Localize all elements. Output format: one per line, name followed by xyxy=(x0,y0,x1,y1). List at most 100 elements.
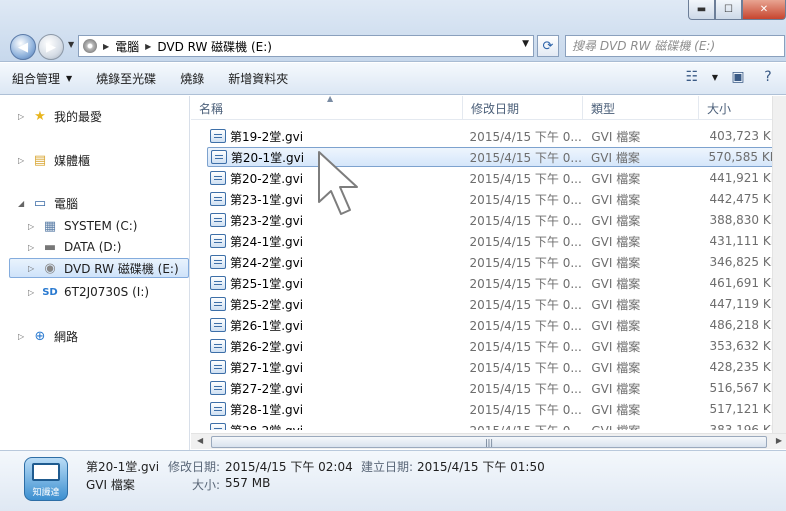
disc-icon xyxy=(83,39,97,53)
table-row[interactable]: 第25-1堂.gvi 2015/4/15 下午 0... GVI 檔案 461,691… xyxy=(207,273,779,293)
nav-drive-data[interactable]: ▷ ▬ DATA (D:) xyxy=(28,237,121,257)
search-box[interactable] xyxy=(565,35,785,57)
file-type: GVI 檔案 xyxy=(591,318,641,333)
file-name: 第26-2堂.gvi xyxy=(229,339,304,354)
back-button[interactable]: ◀ xyxy=(10,34,36,60)
breadcrumb-computer[interactable]: 電腦 xyxy=(115,38,139,55)
expand-icon[interactable]: ▷ xyxy=(28,243,36,252)
breadcrumb-dvd-drive[interactable]: DVD RW 磁碟機 (E:) xyxy=(157,38,272,55)
title-bar: ▬ ☐ ✕ ◀ ▶ ▼ ▶ 電腦 ▶ DVD RW 磁碟機 (E:) ▼ ⟳ xyxy=(0,0,786,62)
close-button[interactable]: ✕ xyxy=(742,0,786,20)
burn-to-disc-button[interactable]: 燒錄至光碟 xyxy=(84,67,168,91)
table-row[interactable]: 第20-1堂.gvi 2015/4/15 下午 0... GVI 檔案 570,585… xyxy=(207,147,779,167)
file-list: 第19-2堂.gvi 2015/4/15 下午 0... GVI 檔案 403,723… xyxy=(191,126,786,430)
sd-card-icon: SD xyxy=(42,286,58,298)
file-type: GVI 檔案 xyxy=(591,150,640,165)
search-input[interactable] xyxy=(572,39,772,53)
burn-button[interactable]: 燒錄 xyxy=(168,67,216,91)
gvi-file-icon xyxy=(210,381,226,395)
table-row[interactable]: 第26-2堂.gvi 2015/4/15 下午 0... GVI 檔案 353,632… xyxy=(207,336,779,356)
breadcrumb-separator-icon[interactable]: ▶ xyxy=(145,42,151,51)
minimize-button[interactable]: ▬ xyxy=(688,0,715,20)
help-icon[interactable]: ? xyxy=(758,67,778,87)
table-row[interactable]: 第27-2堂.gvi 2015/4/15 下午 0... GVI 檔案 516,567… xyxy=(207,378,779,398)
breadcrumb-separator-icon[interactable]: ▶ xyxy=(103,42,109,51)
table-row[interactable]: 第19-2堂.gvi 2015/4/15 下午 0... GVI 檔案 403,723… xyxy=(207,126,779,146)
star-icon: ★ xyxy=(34,108,46,124)
view-options-dropdown-icon[interactable]: ▼ xyxy=(712,73,718,82)
organize-button[interactable]: 組合管理 ▼ xyxy=(0,67,84,91)
gvi-file-icon xyxy=(211,150,227,164)
nav-drive-dvd[interactable]: ▷ ◉ DVD RW 磁碟機 (E:) xyxy=(9,258,189,278)
recent-pages-dropdown-icon[interactable]: ▼ xyxy=(68,40,74,49)
column-header-type[interactable]: 類型 xyxy=(583,96,699,120)
file-type: GVI 檔案 xyxy=(591,276,641,291)
file-name: 第20-2堂.gvi xyxy=(229,171,304,186)
column-header-date[interactable]: 修改日期 xyxy=(463,96,583,120)
file-date: 2015/4/15 下午 0... xyxy=(469,213,582,228)
column-header-name[interactable]: ▲ 名稱 xyxy=(191,94,463,120)
address-bar[interactable]: ▶ 電腦 ▶ DVD RW 磁碟機 (E:) ▼ xyxy=(78,35,534,57)
details-created-value: 2015/4/15 下午 01:50 xyxy=(417,460,545,474)
table-row[interactable]: 第24-1堂.gvi 2015/4/15 下午 0... GVI 檔案 431,111… xyxy=(207,231,779,251)
file-app-icon: 知識達 xyxy=(24,457,68,501)
details-size-value: 557 MB xyxy=(225,476,271,490)
details-modified-value: 2015/4/15 下午 02:04 xyxy=(225,460,353,474)
file-date: 2015/4/15 下午 0... xyxy=(469,318,582,333)
new-folder-button[interactable]: 新增資料夾 xyxy=(216,67,300,91)
file-size: 403,723 KB xyxy=(709,129,779,143)
collapse-icon[interactable]: ◢ xyxy=(18,199,26,208)
table-row[interactable]: 第25-2堂.gvi 2015/4/15 下午 0... GVI 檔案 447,119… xyxy=(207,294,779,314)
file-size: 486,218 KB xyxy=(709,318,779,332)
nav-favorites[interactable]: ▷ ★ 我的最愛 xyxy=(18,106,102,126)
table-row[interactable]: 第26-1堂.gvi 2015/4/15 下午 0... GVI 檔案 486,218… xyxy=(207,315,779,335)
dvd-drive-icon: ◉ xyxy=(44,260,56,276)
table-row[interactable]: 第20-2堂.gvi 2015/4/15 下午 0... GVI 檔案 441,921… xyxy=(207,168,779,188)
details-filename: 第20-1堂.gvi xyxy=(86,460,160,474)
nav-drive-sd[interactable]: ▷ SD 6T2J0730S (I:) xyxy=(28,282,149,302)
scroll-right-icon[interactable]: ▶ xyxy=(776,436,782,445)
horizontal-scroll-thumb[interactable]: ||| xyxy=(211,436,767,448)
file-name: 第27-1堂.gvi xyxy=(229,360,304,375)
forward-button[interactable]: ▶ xyxy=(38,34,64,60)
file-name: 第26-1堂.gvi xyxy=(229,318,304,333)
nav-computer[interactable]: ◢ ▭ 電腦 xyxy=(18,193,78,213)
address-dropdown-icon[interactable]: ▼ xyxy=(522,39,529,49)
maximize-button[interactable]: ☐ xyxy=(715,0,742,20)
file-size: 461,691 KB xyxy=(709,276,779,290)
refresh-button[interactable]: ⟳ xyxy=(537,35,559,57)
table-row[interactable]: 第28-1堂.gvi 2015/4/15 下午 0... GVI 檔案 517,121… xyxy=(207,399,779,419)
file-size: 570,585 KB xyxy=(708,150,778,164)
table-row[interactable]: 第27-1堂.gvi 2015/4/15 下午 0... GVI 檔案 428,235… xyxy=(207,357,779,377)
system-drive-icon: ▦ xyxy=(43,218,57,234)
navigation-pane: ▷ ★ 我的最愛 ▷ ▤ 媒體櫃 ◢ ▭ 電腦 ▷ ▦ SYSTEM (C:) … xyxy=(0,96,190,450)
expand-icon[interactable]: ▷ xyxy=(18,156,26,165)
table-row[interactable]: 第24-2堂.gvi 2015/4/15 下午 0... GVI 檔案 346,825… xyxy=(207,252,779,272)
change-view-icon[interactable]: ☷ xyxy=(682,67,702,87)
file-date: 2015/4/15 下午 0... xyxy=(469,192,582,207)
expand-icon[interactable]: ▷ xyxy=(28,222,36,231)
details-modified-label: 修改日期: xyxy=(168,460,221,474)
expand-icon[interactable]: ▷ xyxy=(28,288,36,297)
vertical-scrollbar[interactable] xyxy=(772,96,786,434)
file-name: 第19-2堂.gvi xyxy=(229,129,304,144)
scroll-left-icon[interactable]: ◀ xyxy=(197,436,203,445)
preview-pane-icon[interactable]: ▣ xyxy=(728,67,748,87)
file-type: GVI 檔案 xyxy=(591,213,641,228)
forward-arrow-icon: ▶ xyxy=(46,39,56,55)
expand-icon[interactable]: ▷ xyxy=(18,112,26,121)
file-size: 447,119 KB xyxy=(709,297,779,311)
nav-drive-system[interactable]: ▷ ▦ SYSTEM (C:) xyxy=(28,216,137,236)
nav-libraries[interactable]: ▷ ▤ 媒體櫃 xyxy=(18,150,90,170)
table-row[interactable]: 第23-2堂.gvi 2015/4/15 下午 0... GVI 檔案 388,830… xyxy=(207,210,779,230)
monitor-icon xyxy=(32,463,60,481)
expand-icon[interactable]: ▷ xyxy=(18,332,26,341)
gvi-file-icon xyxy=(210,402,226,416)
table-row[interactable]: 第23-1堂.gvi 2015/4/15 下午 0... GVI 檔案 442,475… xyxy=(207,189,779,209)
horizontal-scrollbar[interactable]: ◀ ||| ▶ xyxy=(191,433,786,449)
nav-network[interactable]: ▷ ⊕ 網路 xyxy=(18,326,78,346)
table-row[interactable]: 第28-2堂.gvi2015/4/15 下午 0...GVI 檔案 383,196… xyxy=(207,420,779,430)
file-size: 517,121 KB xyxy=(709,402,779,416)
expand-icon[interactable]: ▷ xyxy=(28,264,36,273)
column-header-size[interactable]: 大小 xyxy=(699,96,773,120)
